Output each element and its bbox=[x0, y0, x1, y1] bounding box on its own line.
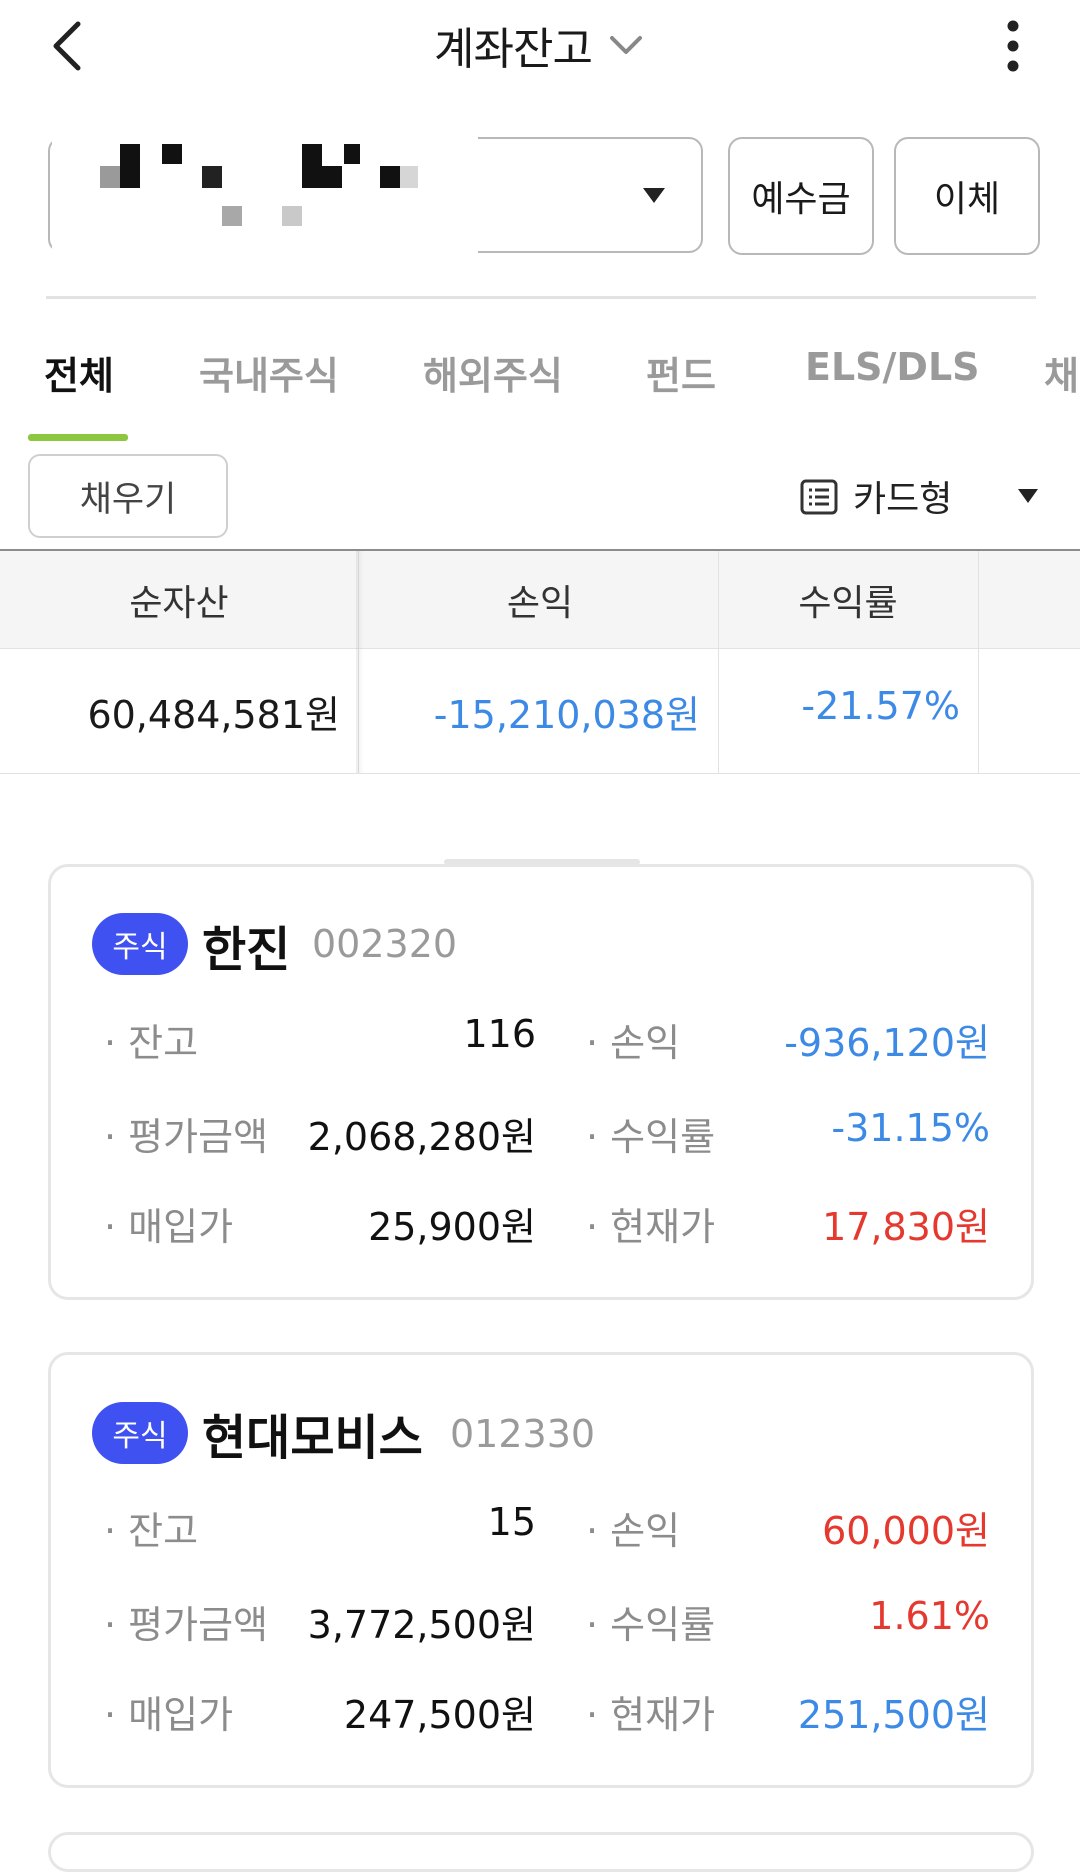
summary-header-profit-loss: 손익 bbox=[506, 583, 574, 624]
value-valuation: 3,772,500원 bbox=[307, 1603, 536, 1647]
value-purchase-price: 25,900원 bbox=[368, 1205, 536, 1249]
tab-foreign-stocks[interactable]: 해외주식 bbox=[423, 345, 563, 401]
value-return-rate: 1.61% bbox=[869, 1594, 990, 1638]
active-tab-indicator bbox=[28, 434, 128, 441]
caret-down-icon[interactable] bbox=[1016, 486, 1040, 506]
more-vertical-icon bbox=[1007, 20, 1019, 72]
tab-all[interactable]: 전체 bbox=[44, 345, 114, 401]
summary-profit-loss: -15,210,038원 bbox=[433, 693, 700, 737]
value-valuation: 2,068,280원 bbox=[307, 1115, 536, 1159]
value-current-price: 251,500원 bbox=[797, 1693, 990, 1737]
stock-name: 한진 bbox=[202, 922, 291, 978]
more-menu-button[interactable] bbox=[988, 16, 1038, 76]
label-purchase-price: · 매입가 bbox=[104, 1205, 234, 1249]
tab-bonds[interactable]: 채 bbox=[1044, 345, 1079, 401]
label-valuation: · 평가금액 bbox=[104, 1115, 269, 1159]
holding-card[interactable] bbox=[48, 1832, 1034, 1872]
page-title[interactable]: 계좌잔고 bbox=[434, 13, 593, 77]
stock-code: 012330 bbox=[450, 1412, 596, 1456]
divider bbox=[46, 296, 1036, 299]
value-current-price: 17,830원 bbox=[822, 1205, 990, 1249]
tab-funds[interactable]: 펀드 bbox=[646, 345, 716, 401]
transfer-button[interactable]: 이체 bbox=[894, 137, 1040, 255]
value-return-rate: -31.15% bbox=[831, 1106, 990, 1150]
label-purchase-price: · 매입가 bbox=[104, 1693, 234, 1737]
asset-type-badge: 주식 bbox=[92, 1402, 188, 1464]
label-profit-loss: · 손익 bbox=[586, 1021, 681, 1065]
label-return-rate: · 수익률 bbox=[586, 1115, 716, 1159]
label-current-price: · 현재가 bbox=[586, 1205, 716, 1249]
column-divider bbox=[978, 551, 979, 773]
fill-button[interactable]: 채우기 bbox=[28, 454, 228, 538]
caret-down-icon[interactable] bbox=[640, 183, 668, 207]
asset-type-badge: 주식 bbox=[92, 913, 188, 975]
stock-name: 현대모비스 bbox=[202, 1410, 423, 1466]
tab-domestic-stocks[interactable]: 국내주식 bbox=[199, 345, 339, 401]
value-profit-loss: -936,120원 bbox=[784, 1021, 990, 1065]
stock-code: 002320 bbox=[312, 922, 458, 966]
summary-net-assets: 60,484,581원 bbox=[87, 693, 340, 737]
header: 계좌잔고 bbox=[0, 10, 1080, 80]
summary-header-net-assets: 순자산 bbox=[129, 583, 229, 624]
value-purchase-price: 247,500원 bbox=[343, 1693, 536, 1737]
label-return-rate: · 수익률 bbox=[586, 1603, 716, 1647]
value-profit-loss: 60,000원 bbox=[822, 1509, 990, 1553]
label-valuation: · 평가금액 bbox=[104, 1603, 269, 1647]
label-current-price: · 현재가 bbox=[586, 1693, 716, 1737]
view-mode-label[interactable]: 카드형 bbox=[853, 470, 952, 522]
label-profit-loss: · 손익 bbox=[586, 1509, 681, 1553]
account-number-redacted bbox=[52, 134, 478, 258]
summary-row-border bbox=[0, 773, 1080, 774]
chevron-down-icon[interactable] bbox=[606, 25, 646, 65]
tab-els-dls[interactable]: ELS/DLS bbox=[805, 345, 980, 401]
summary-return-rate: -21.57% bbox=[801, 684, 960, 728]
list-view-icon[interactable] bbox=[800, 478, 838, 516]
value-quantity: 15 bbox=[487, 1500, 536, 1544]
label-quantity: · 잔고 bbox=[104, 1021, 199, 1065]
value-quantity: 116 bbox=[463, 1012, 536, 1056]
label-quantity: · 잔고 bbox=[104, 1509, 199, 1553]
deposit-button[interactable]: 예수금 bbox=[728, 137, 874, 255]
summary-header-return-rate: 수익률 bbox=[798, 583, 898, 624]
